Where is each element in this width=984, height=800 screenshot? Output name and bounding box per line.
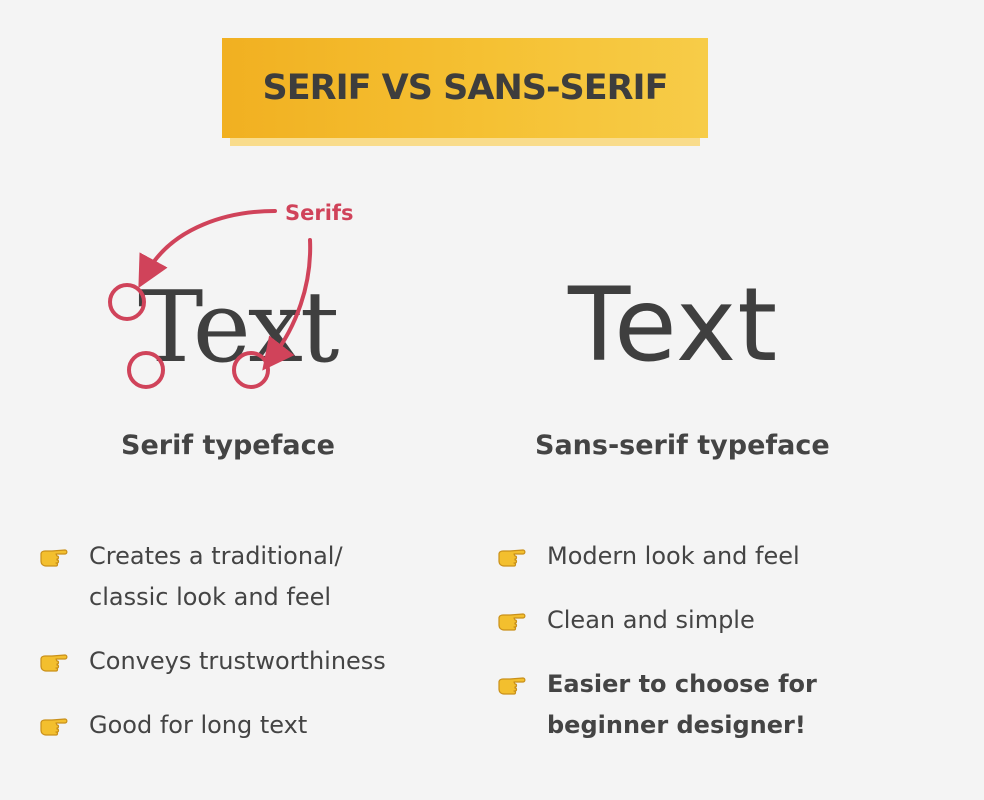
- pointing-hand-icon: [40, 718, 68, 736]
- serifs-annotation-label: Serifs: [285, 201, 354, 225]
- list-item-text: Clean and simple: [547, 606, 755, 634]
- list-item-text: Creates a traditional/: [89, 542, 343, 570]
- list-item: Clean and simple: [496, 600, 916, 641]
- list-item: Creates a traditional/ classic look and …: [38, 536, 458, 618]
- list-item-text: Easier to choose for: [547, 670, 817, 698]
- serif-points-list: Creates a traditional/ classic look and …: [38, 536, 458, 769]
- sans-heading: Sans-serif typeface: [535, 430, 830, 461]
- list-item-text: Conveys trustworthiness: [89, 647, 386, 675]
- pointing-hand-icon: [498, 677, 526, 695]
- sans-sample-text: Text: [568, 266, 779, 385]
- page-title: SERIF VS SANS-SERIF: [262, 68, 669, 108]
- list-item: Modern look and feel: [496, 536, 916, 577]
- list-item: Easier to choose for beginner designer!: [496, 664, 916, 746]
- pointing-hand-icon: [498, 613, 526, 631]
- serif-heading: Serif typeface: [121, 430, 335, 461]
- pointing-hand-icon: [40, 549, 68, 567]
- title-banner-box: SERIF VS SANS-SERIF: [222, 38, 708, 138]
- list-item: Conveys trustworthiness: [38, 641, 458, 682]
- pointing-hand-icon: [498, 549, 526, 567]
- list-item-text: classic look and feel: [89, 583, 332, 611]
- list-item-text: Modern look and feel: [547, 542, 800, 570]
- pointing-hand-icon: [40, 654, 68, 672]
- sans-points-list: Modern look and feel Clean and simple Ea…: [496, 536, 916, 769]
- list-item-text: beginner designer!: [547, 711, 806, 739]
- serif-sample-text: Text: [138, 271, 339, 385]
- list-item-text: Good for long text: [89, 711, 308, 739]
- list-item: Good for long text: [38, 705, 458, 746]
- arrow-to-top-serif: [138, 209, 277, 289]
- title-banner: SERIF VS SANS-SERIF: [222, 38, 708, 146]
